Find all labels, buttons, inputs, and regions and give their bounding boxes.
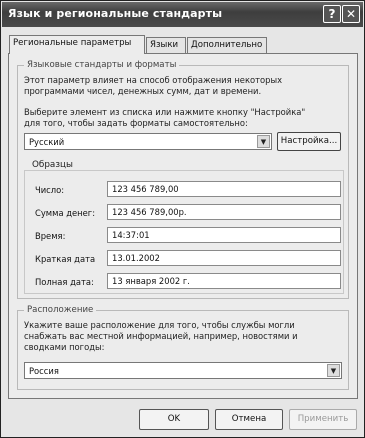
locale-select[interactable]: Русский ▼ [24, 133, 272, 150]
tab-label: Региональные параметры [13, 38, 132, 48]
tab-advanced[interactable]: Дополнительно [187, 37, 267, 53]
location-description-line1: Укажите ваше расположение для того, чтоб… [24, 320, 295, 330]
help-icon: ? [328, 7, 336, 21]
chevron-down-icon[interactable]: ▼ [327, 364, 340, 377]
tab-label: Дополнительно [191, 40, 263, 50]
sample-value-number: 123 456 789,00 [107, 181, 341, 197]
sample-label-long-date: Полная дата: [35, 277, 94, 287]
tab-languages[interactable]: Языки [146, 37, 186, 53]
sample-value-time: 14:37:01 [107, 227, 341, 243]
title-bar[interactable]: Язык и региональные стандарты ? ✕ [2, 2, 363, 27]
customize-button[interactable]: Настройка... [277, 132, 341, 151]
standards-description-line1: Этот параметр влияет на способ отображен… [24, 75, 283, 85]
tab-label: Языки [150, 40, 179, 50]
cancel-button[interactable]: Отмена [215, 409, 283, 430]
standards-group-label: Языковые стандарты и форматы [24, 60, 180, 70]
close-icon: ✕ [345, 7, 357, 21]
sample-label-time: Время: [35, 231, 66, 241]
sample-value-long-date: 13 января 2002 г. [107, 273, 341, 289]
location-select-value: Россия [29, 366, 59, 376]
location-select[interactable]: Россия ▼ [24, 362, 342, 379]
standards-description-line2: программами чисел, денежных сумм, дат и … [24, 86, 262, 96]
location-group-label: Расположение [24, 305, 97, 315]
location-group: Расположение Укажите ваше расположение д… [17, 305, 349, 390]
tab-regional-options[interactable]: Региональные параметры [9, 35, 145, 54]
apply-button-label: Применить [297, 414, 349, 424]
select-prompt-line1: Выберите элемент из списка или нажмите к… [24, 107, 306, 117]
sample-label-number: Число: [35, 185, 65, 195]
location-description-line2: снабжать вас местной информацией, наприм… [24, 331, 298, 341]
locale-select-value: Русский [29, 137, 65, 147]
tab-panel: Языковые стандарты и форматы Этот параме… [8, 53, 358, 399]
ok-button-label: OK [167, 414, 181, 424]
customize-button-label: Настройка... [280, 136, 338, 146]
sample-value-short-date: 13.01.2002 [107, 250, 341, 266]
ok-button[interactable]: OK [139, 409, 209, 430]
cancel-button-label: Отмена [231, 414, 267, 424]
sample-label-currency: Сумма денег: [35, 208, 96, 218]
dialog-window: Язык и региональные стандарты ? ✕ Регион… [0, 0, 365, 438]
help-button[interactable]: ? [323, 5, 341, 23]
apply-button[interactable]: Применить [289, 409, 357, 430]
select-prompt-line2: для того, чтобы задать форматы самостоят… [24, 118, 248, 128]
location-description-line3: сводками погоды: [24, 342, 105, 352]
samples-label: Образцы [32, 160, 73, 170]
sample-value-currency: 123 456 789,00р. [107, 204, 341, 220]
window-title: Язык и региональные стандарты [8, 7, 223, 20]
sample-label-short-date: Краткая дата [35, 254, 96, 264]
chevron-down-icon[interactable]: ▼ [257, 135, 270, 148]
close-button[interactable]: ✕ [342, 5, 360, 23]
